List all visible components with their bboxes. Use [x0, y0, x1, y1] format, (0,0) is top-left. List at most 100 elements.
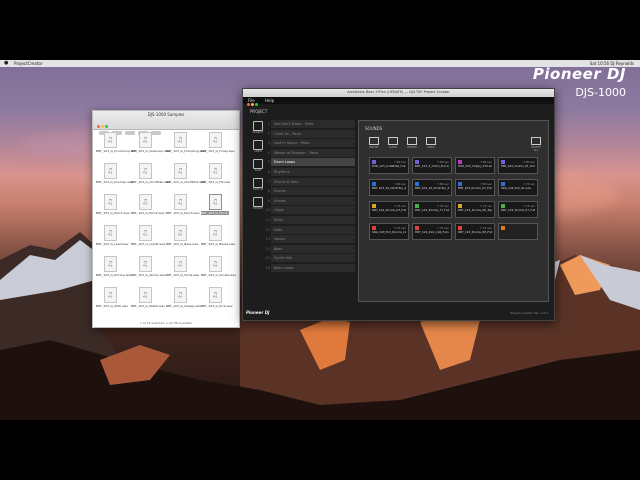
file-name: BRT_103_G_Sweep.wav	[166, 304, 202, 308]
page-list-item[interactable]: 10 Claps	[266, 206, 355, 215]
page-list-item[interactable]: 5 Drum Loops	[268, 158, 355, 167]
menu-help[interactable]: Help	[265, 98, 274, 103]
file-item[interactable]: ♫ BRT_103_G_Fill.wav	[201, 163, 230, 196]
sidebar-button-save-as[interactable]: SAVE AS	[251, 178, 265, 194]
page-list-item[interactable]: 11 Kicks	[266, 215, 355, 224]
file-item[interactable]: ♫ BRT_103_G_Atmos.wav	[131, 256, 166, 289]
sound-pad[interactable]: SKG_124_Full_01.wav 7.74 sec	[498, 179, 538, 196]
tool-clear[interactable]: CLEAR	[386, 137, 400, 149]
page-list-item[interactable]: 13 Voices	[266, 235, 355, 244]
page-list-item[interactable]: 14 Bass	[266, 244, 355, 253]
tool-delete-all[interactable]: DELETE ALL	[529, 137, 543, 152]
menu-bar-app-name[interactable]: ProjectCreator	[14, 60, 43, 67]
page-number: 3	[267, 141, 270, 146]
tool-import[interactable]: IMPORT	[367, 137, 381, 149]
apple-icon[interactable]: ●	[4, 60, 8, 67]
zoom-icon[interactable]	[255, 103, 258, 106]
page-name: Master of Disaster - Parts	[274, 150, 319, 155]
page-name: Hats	[274, 227, 282, 232]
file-item[interactable]: ♫ BRT_103_G_ChrdStab.wav	[131, 163, 170, 196]
pad-color-swatch	[501, 226, 505, 230]
finder-window: DJS-1000 Samples ♫ BRT_103_G_DrumLoop.wav…	[92, 110, 240, 328]
sound-pad[interactable]: BRT_123_3_Chilln_Full.wav 7.80 sec	[412, 157, 452, 174]
project-label: PROJECT	[250, 109, 268, 114]
sound-pad[interactable]: DRY_122_Drums_03_Full_4.wav7.74 sec	[369, 201, 409, 218]
sidebar-button-save[interactable]: SAVE	[251, 159, 265, 175]
tool-delete[interactable]: DELETE	[405, 137, 419, 149]
sound-pad[interactable]	[498, 223, 538, 240]
minimize-icon[interactable]	[251, 103, 254, 106]
page-list-item[interactable]: 8 Drums	[268, 187, 355, 196]
pad-sound-name: FRE_122_Drums_01_Full.wav	[501, 165, 535, 168]
file-item[interactable]: ♫ BRT_103_G_Perc1.wav	[96, 194, 130, 227]
page-list-item[interactable]: 7 Drums & Hats	[268, 177, 355, 186]
file-item[interactable]: ♫ BRT_103_G_Sweep.wav	[166, 287, 202, 320]
sound-pad[interactable]: FRE_122_Drums_01_Full.wav7.80 sec	[498, 157, 538, 174]
file-item[interactable]: ♫ BRT_103_G_ChrdStb2.wav	[166, 163, 205, 196]
page-list-item[interactable]: 4 Master of Disaster - Parts	[268, 148, 355, 157]
page-name: Voices	[274, 237, 286, 242]
panel-title: SOUNDS	[365, 126, 383, 131]
sound-pad[interactable]: DRY_122_Drums_08_Full_4.wav7.74 sec	[455, 223, 495, 240]
finder-toolbar: DJS-1000 Samples	[93, 111, 239, 135]
audio-file-icon: ♫	[208, 163, 222, 179]
audio-file-icon: ♫	[208, 287, 222, 303]
page-list-item[interactable]: 1 You Don't Know - Parts	[268, 120, 355, 128]
file-item[interactable]: ♫ BRT_103_G_Lead.wav	[96, 225, 129, 258]
sidebar: PROJECT OPEN SAVE SAVE AS EXPORT	[251, 121, 265, 216]
file-item[interactable]: ♫ BRT_103_G_DrumLp.wav	[96, 163, 133, 196]
file-item[interactable]: ♫ BRT_103_G_Dumpling.wav	[166, 132, 206, 165]
sidebar-button-export[interactable]: EXPORT	[251, 197, 265, 213]
file-item[interactable]: ♫ BRT_103_G_Perc3.wav	[166, 194, 200, 227]
file-item[interactable]: ♫ BRT_103_G_Funky.wav	[201, 132, 235, 165]
page-list-item[interactable]: 6 Rhythms	[268, 167, 355, 176]
sound-pad[interactable]: DRY_122_Kick_104_Full.wav7.74 sec	[412, 223, 452, 240]
sound-pad[interactable]: DSR_123_AntiMidst_Full.wav7.80 sec	[369, 157, 409, 174]
sidebar-button-open[interactable]: OPEN	[251, 140, 265, 156]
file-item[interactable]: ♫ BRT_103_G_Bass.wav	[166, 225, 198, 258]
file-item[interactable]: ♫ BRT_103_G_Bass2.wav	[201, 225, 235, 258]
sidebar-caption: PROJECT	[252, 131, 264, 134]
pad-duration: 7.74 sec	[480, 226, 492, 230]
close-icon[interactable]	[247, 103, 250, 106]
file-item[interactable]: ♫ BRT_103_G_Vocal2.wav	[201, 256, 237, 289]
zoom-icon[interactable]	[105, 125, 108, 128]
file-item[interactable]: ♫ BRT_103_G_Stab2.wav	[131, 287, 165, 320]
tool-caption: IMPORT	[369, 146, 379, 149]
close-icon[interactable]	[97, 125, 100, 128]
clear-icon	[388, 137, 398, 145]
sound-pad[interactable]: DRY_122_Drums_77_Full_4.wav7.74 sec	[412, 201, 452, 218]
file-item[interactable]: ♫ BRT_103_G_ClapLoop.wav	[131, 132, 170, 165]
page-list-item[interactable]: 15 Synth Hits	[266, 254, 355, 263]
page-list-item[interactable]: 16 Bass Loops	[266, 263, 355, 272]
sound-pad[interactable]: SKG_120_Full_Drums_11.wav7.74 sec	[369, 223, 409, 240]
minimize-icon[interactable]	[101, 125, 104, 128]
sidebar-button-project[interactable]: PROJECT	[251, 121, 265, 137]
file-item[interactable]: ♫ BRT_103_G_Perc4.wav	[201, 194, 235, 227]
file-name: BRT_103_G_Perc1.wav	[96, 211, 130, 215]
file-name: BRT_103_G_Perc2.wav	[131, 211, 165, 215]
page-list-item[interactable]: 2 I Feel So - Parts	[268, 129, 355, 138]
sound-pad[interactable]: BRT_103_10_ChillnTop_4.wav7.80 sec	[412, 179, 452, 196]
sound-pad[interactable]: BRT_103_Drums_07_Full_4.wav7.80 sec	[455, 179, 495, 196]
file-item[interactable]: ♫ BRT_103_G_DrumLoop.wav	[96, 132, 137, 165]
sound-pad[interactable]: BRT_103_10_ChillnTop_4.wav7.80 sec	[369, 179, 409, 196]
sound-pad[interactable]: DSR_123_Chippy_Full.wav 7.80 sec	[455, 157, 495, 174]
tool-caption: CLEAR	[388, 146, 398, 149]
sound-pad[interactable]: DRY_122_Drums_06_Toplopp.wav7.74 sec	[455, 201, 495, 218]
file-item[interactable]: ♫ BRT_103_G_RmxLp.wav	[96, 256, 132, 289]
file-name: BRT_103_G_Funky.wav	[201, 149, 235, 153]
file-item[interactable]: ♫ BRT_103_G_Stab.wav	[96, 287, 128, 320]
pad-duration: 7.80 sec	[394, 182, 406, 186]
file-item[interactable]: ♫ BRT_103_G_Kick.wav	[201, 287, 233, 320]
file-item[interactable]: ♫ BRT_103_G_Perc2.wav	[131, 194, 165, 227]
file-item[interactable]: ♫ BRT_103_G_Vocal.wav	[166, 256, 199, 289]
pad-duration: 7.74 sec	[394, 226, 406, 230]
page-list-item[interactable]: 12 Hats	[266, 225, 355, 234]
page-list-item[interactable]: 3 Lost In Space - Parts	[268, 139, 355, 148]
sound-pad[interactable]: DRY_122_Drums_07_Full_4.wav7.74 sec	[498, 201, 538, 218]
page-list-item[interactable]: 9 Snares	[268, 196, 355, 205]
tool-undo[interactable]: UNDO	[424, 137, 438, 149]
file-name: BRT_103_G_Vocal2.wav	[201, 273, 237, 277]
file-item[interactable]: ♫ BRT_103_G_Lead2.wav	[131, 225, 165, 258]
